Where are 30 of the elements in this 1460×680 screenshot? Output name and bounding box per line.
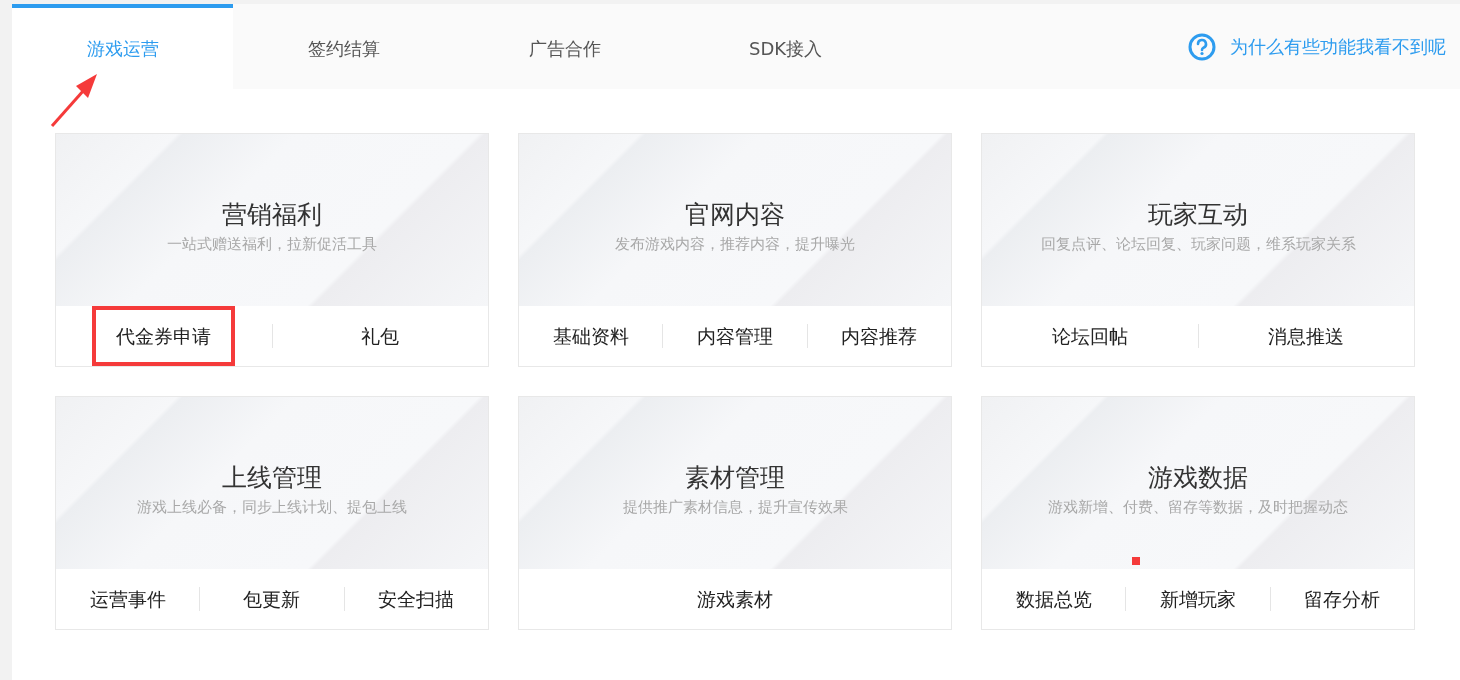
card-subtitle: 提供推广素材信息，提升宣传效果 (622, 496, 848, 518)
feature-link[interactable]: 新增玩家 (1136, 568, 1260, 629)
feature-link[interactable]: 留存分析 (1280, 568, 1405, 629)
card-title: 上线管理 (222, 461, 322, 494)
tab[interactable]: SDK接入 (675, 4, 896, 89)
card-title: 营销福利 (222, 198, 322, 231)
question-icon (1188, 32, 1216, 61)
feature-link[interactable]: 内容管理 (673, 305, 797, 366)
feature-link[interactable]: 数据总览 (991, 568, 1116, 629)
tab[interactable]: 签约结算 (233, 4, 454, 89)
card-title: 玩家互动 (1148, 198, 1248, 231)
feature-link[interactable]: 运营事件 (65, 568, 190, 629)
card-title: 官网内容 (685, 198, 785, 231)
feature-link[interactable]: 代金券申请 (92, 305, 236, 366)
card-title: 游戏数据 (1148, 461, 1248, 494)
card-subtitle: 游戏上线必备，同步上线计划、提包上线 (137, 496, 407, 518)
card-subtitle: 游戏新增、付费、留存等数据，及时把握动态 (1048, 496, 1348, 518)
card-subtitle: 发布游戏内容，推荐内容，提升曝光 (615, 233, 855, 255)
feature-link[interactable]: 论坛回帖 (1027, 305, 1152, 366)
feature-link[interactable]: 基础资料 (528, 305, 653, 366)
card-title: 素材管理 (685, 461, 785, 494)
tab[interactable]: 广告合作 (454, 4, 675, 89)
card-subtitle: 一站式赠送福利，拉新促活工具 (167, 233, 377, 255)
feature-link[interactable]: 礼包 (337, 305, 424, 366)
feature-link[interactable]: 安全扫描 (354, 568, 479, 629)
feature-link[interactable]: 游戏素材 (673, 568, 797, 629)
feature-link[interactable]: 消息推送 (1244, 305, 1369, 366)
card-subtitle: 回复点评、论坛回复、玩家问题，维系玩家关系 (1040, 233, 1356, 255)
feature-link[interactable]: 内容推荐 (817, 305, 942, 366)
feature-link[interactable]: 包更新 (219, 568, 325, 629)
